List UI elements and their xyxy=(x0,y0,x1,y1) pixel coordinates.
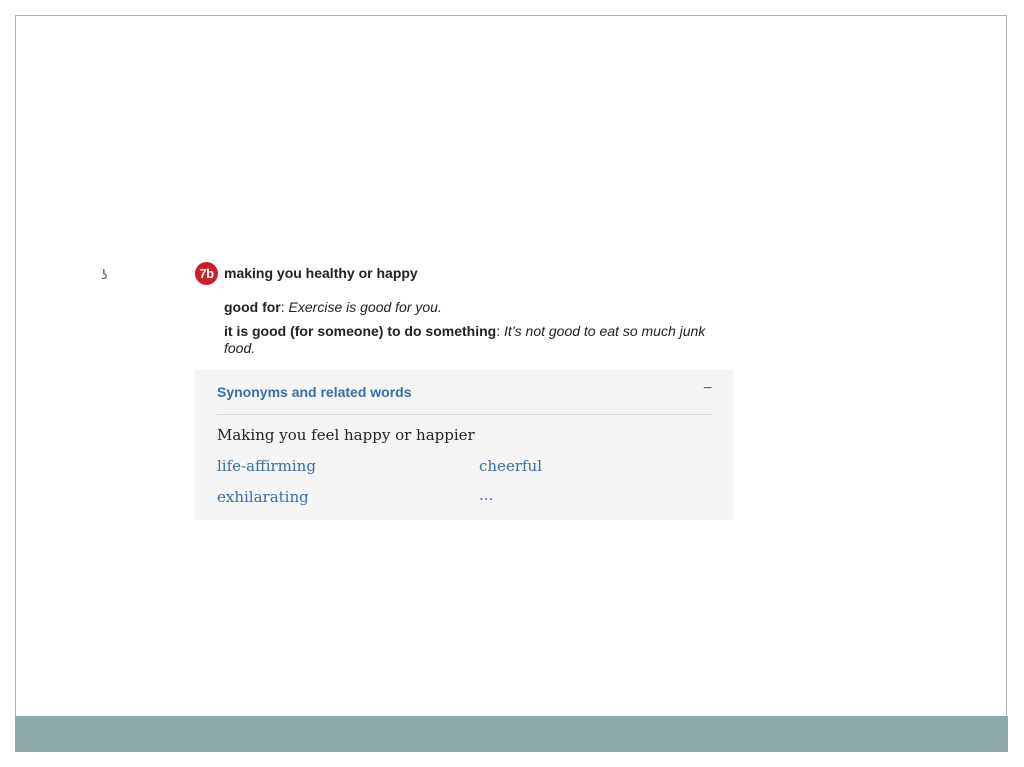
synonyms-sense-label: Making you feel happy or happier xyxy=(217,426,475,444)
synonyms-panel: Synonyms and related words − Making you … xyxy=(195,370,733,520)
synonym-more-link[interactable]: ... xyxy=(479,486,493,504)
sense-number-badge: 7b xyxy=(195,262,218,285)
synonym-link-exhilarating[interactable]: exhilarating xyxy=(217,488,309,506)
example-1-phrase: good for xyxy=(224,299,281,315)
example-2-phrase: it is good (for someone) to do something xyxy=(224,323,497,339)
collapse-minus-icon[interactable]: − xyxy=(703,380,712,398)
synonym-link-life-affirming[interactable]: life-affirming xyxy=(217,457,316,475)
synonyms-divider xyxy=(217,414,713,415)
example-1: good for: Exercise is good for you. xyxy=(224,299,724,316)
synonyms-title[interactable]: Synonyms and related words xyxy=(217,384,412,400)
slide-footer-bar xyxy=(15,716,1008,752)
example-1-separator: : xyxy=(280,299,289,315)
example-2: it is good (for someone) to do something… xyxy=(224,323,724,357)
example-2-separator: : xyxy=(496,323,504,339)
example-1-sentence: Exercise is good for you. xyxy=(288,299,442,315)
sense-title: making you healthy or happy xyxy=(224,265,418,281)
synonym-link-cheerful[interactable]: cheerful xyxy=(479,457,542,475)
cursor-icon: ʖ xyxy=(101,268,108,283)
